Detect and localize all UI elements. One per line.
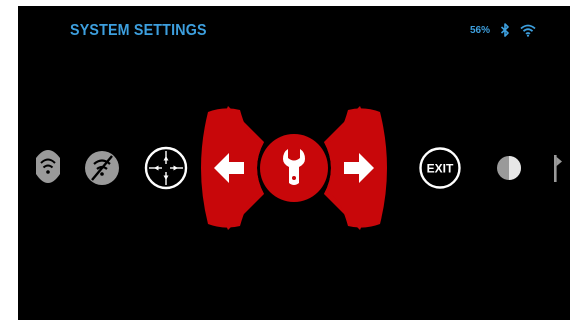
menu-item-flag[interactable] [554, 155, 562, 182]
menu-item-exit[interactable]: EXIT [419, 147, 461, 189]
menu-item-wifi-off[interactable] [85, 151, 119, 185]
exit-icon: EXIT [427, 162, 454, 176]
device-screen: SYSTEM SETTINGS 56% EXIT [18, 6, 570, 320]
menu-item-crosshair[interactable] [144, 146, 188, 190]
menu-carousel: EXIT [36, 106, 562, 230]
menu-item-settings[interactable] [260, 134, 328, 202]
flag-icon [554, 155, 557, 182]
menu-item-contrast[interactable] [497, 156, 521, 180]
menu-item-wifi[interactable] [36, 150, 60, 183]
